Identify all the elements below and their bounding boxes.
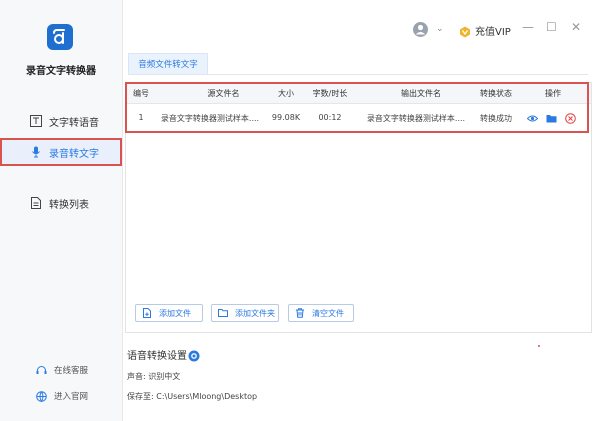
column-header: 输出文件名 <box>401 89 441 98</box>
clear-files-button[interactable]: 清空文件 <box>288 304 354 322</box>
column-header: 操作 <box>545 89 561 98</box>
user-avatar-icon[interactable] <box>413 22 428 37</box>
footer-item-label: 在线客服 <box>54 366 89 376</box>
add-file-icon <box>142 308 152 318</box>
sidebar-item-label: 转换列表 <box>49 199 89 211</box>
column-header: 大小 <box>278 89 294 98</box>
row-number: 1 <box>138 113 144 122</box>
file-table: 编号 源文件名 大小 字数/时长 输出文件名 转换状态 操作 1 录音文字转换器… <box>125 82 592 333</box>
sidebar-item-conversion-list[interactable]: 转换列表 <box>0 189 122 217</box>
decorative-dot <box>538 345 540 347</box>
maximize-button[interactable]: ☐ <box>546 20 557 34</box>
online-support-link[interactable]: 在线客服 <box>0 364 122 376</box>
app-logo-icon <box>47 24 73 50</box>
app-name: 录音文字转换器 <box>26 66 96 77</box>
sidebar: 录音文字转换器 文字转语音 录音转文字 转换列表 在线客服 进入官网 <box>0 0 123 421</box>
sidebar-item-label: 录音转文字 <box>49 148 99 160</box>
text-box-icon <box>29 114 43 128</box>
headset-icon <box>36 365 47 376</box>
trash-icon <box>295 308 305 318</box>
official-site-link[interactable]: 进入官网 <box>0 390 122 402</box>
column-header: 编号 <box>133 89 149 98</box>
sidebar-item-audio-to-text[interactable]: 录音转文字 <box>0 138 122 166</box>
globe-icon <box>36 390 47 402</box>
minimize-button[interactable]: — <box>522 20 534 34</box>
save-path-value[interactable]: C:\Users\Mloong\Desktop <box>156 392 257 401</box>
column-header: 字数/时长 <box>312 89 348 98</box>
settings-gear-icon[interactable] <box>188 347 200 362</box>
sidebar-item-label: 文字转语音 <box>49 117 99 129</box>
source-filename: 录音文字转换器测试样本.... <box>160 114 260 123</box>
tab-divider <box>128 74 588 75</box>
open-folder-icon[interactable] <box>546 113 557 124</box>
duration: 00:12 <box>318 113 342 122</box>
delete-circle-icon[interactable] <box>565 113 576 124</box>
preview-eye-icon[interactable] <box>527 113 538 124</box>
add-folder-button[interactable]: 添加文件夹 <box>211 304 279 322</box>
microphone-icon <box>29 145 43 159</box>
column-header: 转换状态 <box>480 89 512 98</box>
sidebar-item-text-to-speech[interactable]: 文字转语音 <box>0 107 122 135</box>
tab-audio-to-text[interactable]: 音频文件转文字 <box>128 53 208 74</box>
table-header: 编号 源文件名 大小 字数/时长 输出文件名 转换状态 操作 <box>126 83 591 104</box>
output-filename: 录音文字转换器测试样本.... <box>366 114 466 123</box>
recharge-vip-button[interactable]: 充值VIP <box>475 23 511 38</box>
footer-item-label: 进入官网 <box>54 392 89 402</box>
voice-setting: 声音: 识别中文 <box>127 372 181 381</box>
voice-value[interactable]: 识别中文 <box>148 372 180 381</box>
file-size: 99.08K <box>271 113 301 122</box>
save-path-setting: 保存至: C:\Users\Mloong\Desktop <box>127 392 258 401</box>
settings-title: 语音转换设置 <box>127 351 187 362</box>
folder-icon <box>218 308 228 318</box>
close-button[interactable]: ✕ <box>571 20 581 34</box>
file-list-icon <box>29 196 43 210</box>
add-file-button[interactable]: 添加文件 <box>135 304 203 322</box>
vip-badge-icon <box>459 23 471 38</box>
chevron-down-icon[interactable]: ⌄ <box>436 24 444 34</box>
conversion-status: 转换成功 <box>480 114 512 123</box>
